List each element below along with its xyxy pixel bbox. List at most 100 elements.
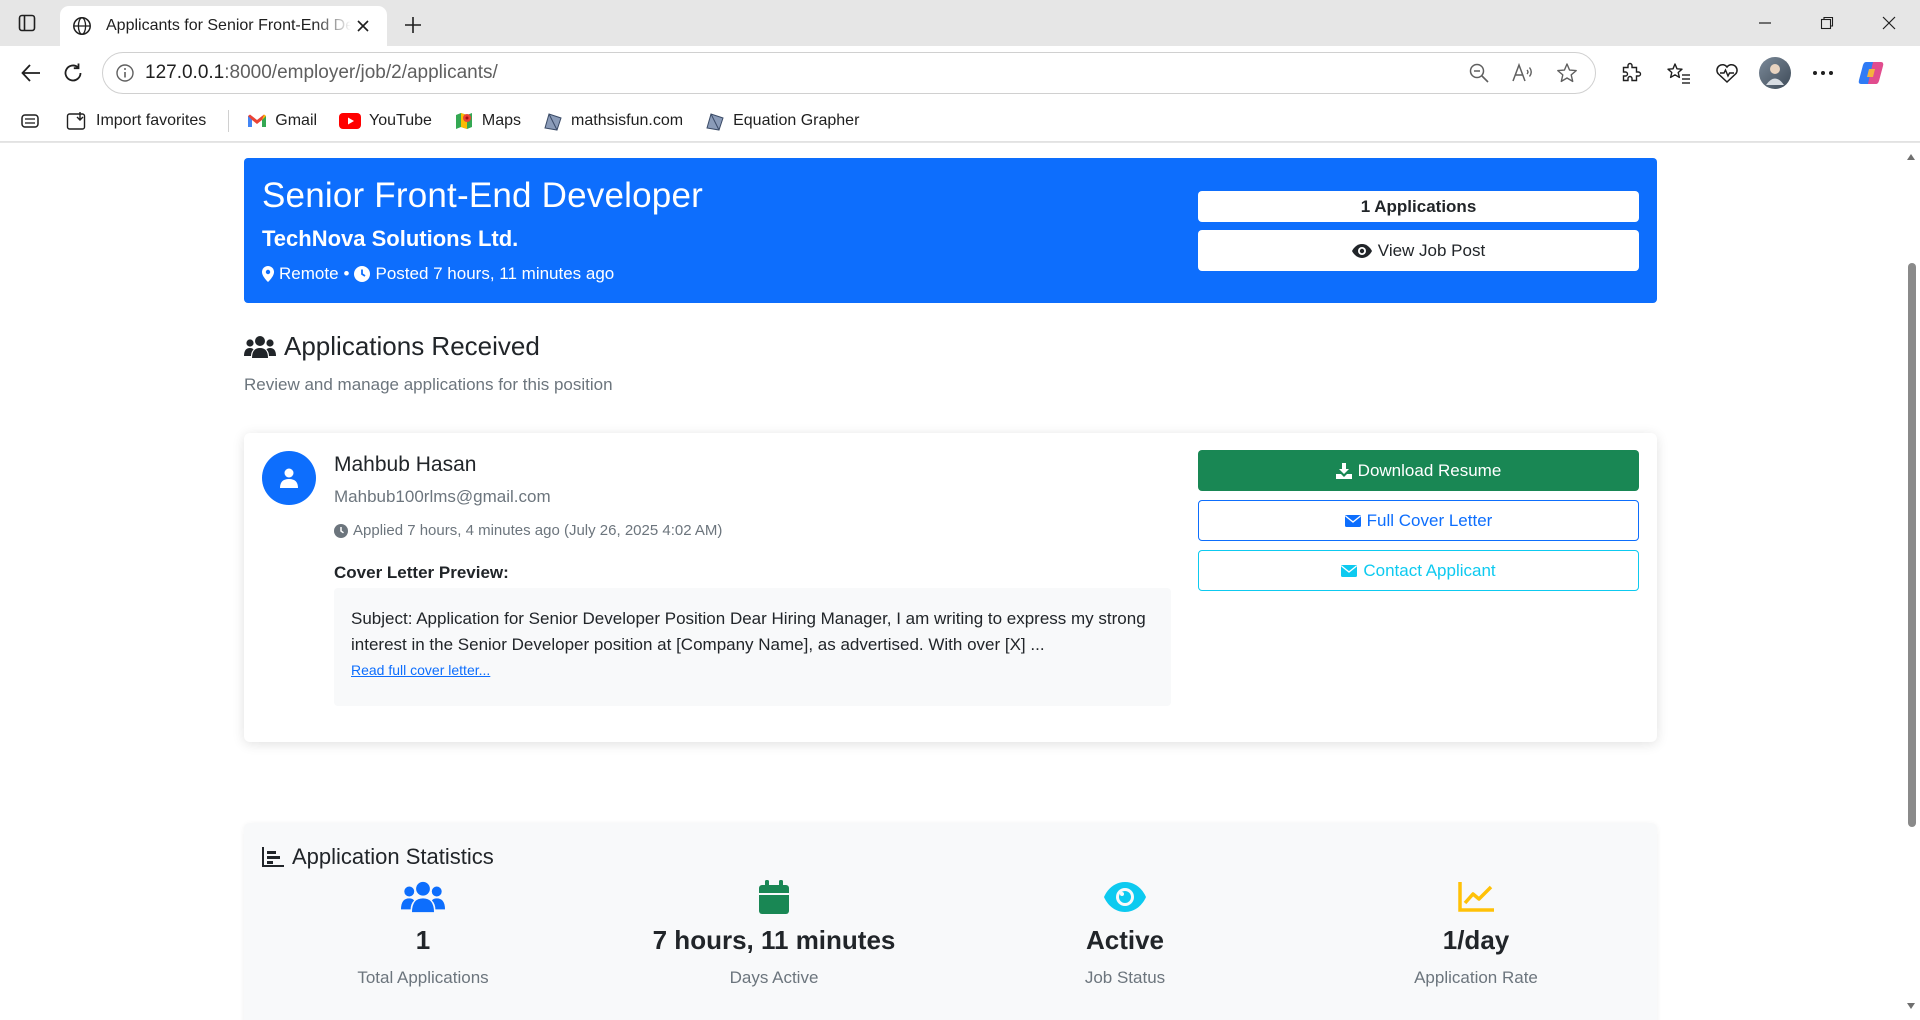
user-icon	[280, 468, 298, 488]
site-icon	[543, 111, 563, 131]
section-subtitle: Review and manage applications for this …	[244, 375, 613, 394]
job-actions: 1 Applications View Job Post	[1198, 191, 1639, 271]
favorite-label: YouTube	[369, 111, 432, 129]
favorite-label: Equation Grapher	[733, 111, 860, 129]
eye-icon	[1351, 243, 1372, 258]
address-bar[interactable]: 127.0.0.1:8000/employer/job/2/applicants…	[102, 52, 1596, 94]
url-text[interactable]: 127.0.0.1:8000/employer/job/2/applicants…	[145, 62, 1457, 84]
read-aloud-icon[interactable]	[1501, 54, 1545, 92]
map-marker-icon	[262, 266, 274, 282]
download-resume-label: Download Resume	[1357, 460, 1502, 480]
favorite-label: mathsisfun.com	[571, 111, 684, 129]
applicant-applied-time: Applied 7 hours, 4 minutes ago (July 26,…	[334, 522, 722, 539]
full-cover-letter-button[interactable]: Full Cover Letter	[1198, 500, 1639, 541]
applicant-name: Mahbub Hasan	[334, 453, 477, 476]
copilot-icon[interactable]	[1850, 52, 1892, 94]
scroll-down-arrow-icon[interactable]	[1906, 1001, 1916, 1011]
profile-photo	[1759, 57, 1791, 89]
clock-icon	[354, 266, 371, 282]
users-icon	[244, 335, 276, 359]
favorite-star-icon[interactable]	[1545, 54, 1589, 92]
contact-applicant-button[interactable]: Contact Applicant	[1198, 550, 1639, 591]
clock-icon	[334, 523, 348, 538]
stat-value: 7 hours, 11 minutes	[652, 925, 896, 955]
globe-icon	[72, 16, 92, 36]
chart-line-icon	[1326, 877, 1626, 917]
scroll-up-arrow-icon[interactable]	[1906, 152, 1916, 162]
stat-label: Job Status	[1084, 968, 1166, 987]
site-icon	[705, 111, 725, 131]
favorite-import[interactable]: Import favorites	[66, 111, 206, 131]
users-icon	[273, 877, 573, 917]
statistics-title-text: Application Statistics	[292, 844, 494, 869]
collections-icon[interactable]	[20, 113, 40, 129]
cover-letter-preview-box: Subject: Application for Senior Develope…	[334, 588, 1171, 706]
extensions-icon[interactable]	[1610, 52, 1652, 94]
favorites-list-icon[interactable]	[1658, 52, 1700, 94]
profile-avatar[interactable]	[1754, 52, 1796, 94]
cover-letter-preview: Subject: Application for Senior Develope…	[351, 609, 1146, 654]
favorite-gmail[interactable]: Gmail	[247, 112, 317, 130]
browser-essentials-icon[interactable]	[1706, 52, 1748, 94]
back-arrow-icon[interactable]	[10, 52, 52, 94]
favorite-youtube[interactable]: YouTube	[339, 112, 432, 130]
applications-count-badge: 1 Applications	[1198, 191, 1639, 222]
refresh-icon[interactable]	[52, 52, 94, 94]
favorites-bar: Import favorites Gmail YouTube Maps math…	[0, 100, 1920, 142]
job-posted: Posted 7 hours, 11 minutes ago	[375, 264, 615, 283]
favorite-mathsisfun[interactable]: mathsisfun.com	[543, 111, 683, 131]
calendar-icon	[624, 877, 924, 917]
applicant-avatar	[262, 451, 316, 505]
favorite-equation-grapher[interactable]: Equation Grapher	[705, 111, 859, 131]
zoom-out-icon[interactable]	[1457, 54, 1501, 92]
eye-icon	[975, 877, 1275, 917]
applicant-actions: Download Resume Full Cover Letter Contac…	[1198, 450, 1639, 600]
favorite-label: Gmail	[275, 111, 318, 129]
import-icon	[66, 111, 88, 131]
download-resume-button[interactable]: Download Resume	[1198, 450, 1639, 491]
stat-label: Application Rate	[1414, 968, 1538, 987]
minimize-icon[interactable]	[1734, 0, 1796, 46]
toolbar-right	[1610, 52, 1892, 94]
envelope-icon	[1344, 514, 1361, 527]
stat-value: 1/day	[1442, 925, 1510, 955]
page-scrollbar[interactable]	[1902, 143, 1920, 1020]
scrollbar-thumb[interactable]	[1908, 263, 1916, 827]
tab-actions-icon[interactable]	[0, 0, 54, 46]
tab-title: Applicants for Senior Front-End Develope…	[106, 17, 351, 34]
applicant-card: Mahbub Hasan Mahbub100rlms@gmail.com App…	[244, 433, 1657, 742]
stat-total-applications: 1 Total Applications	[273, 877, 573, 988]
job-location: Remote	[279, 264, 339, 283]
close-window-icon[interactable]	[1858, 0, 1920, 46]
full-cover-letter-label: Full Cover Letter	[1366, 510, 1493, 530]
close-tab-icon[interactable]	[351, 14, 375, 38]
view-job-post-label: View Job Post	[1377, 240, 1486, 260]
section-title-text: Applications Received	[284, 331, 540, 361]
browser-tab-active[interactable]: Applicants for Senior Front-End Develope…	[60, 6, 387, 46]
youtube-icon	[339, 112, 362, 129]
favorites-divider	[228, 109, 230, 132]
section-title: Applications Received	[244, 331, 540, 362]
browser-toolbar: 127.0.0.1:8000/employer/job/2/applicants…	[0, 46, 1920, 100]
info-icon[interactable]	[115, 63, 135, 83]
favorite-label: Import favorites	[96, 111, 207, 129]
read-full-cover-letter-link[interactable]: Read full cover letter...	[351, 662, 490, 678]
stat-application-rate: 1/day Application Rate	[1326, 877, 1626, 988]
favorite-label: Maps	[481, 111, 522, 129]
page-viewport: Senior Front-End Developer TechNova Solu…	[0, 142, 1920, 1020]
restore-icon[interactable]	[1796, 0, 1858, 46]
stat-days-active: 7 hours, 11 minutes Days Active	[624, 877, 924, 988]
more-menu-icon[interactable]	[1802, 52, 1844, 94]
contact-applicant-label: Contact Applicant	[1363, 560, 1496, 580]
stat-label: Days Active	[729, 968, 819, 987]
cover-letter-heading: Cover Letter Preview:	[334, 563, 509, 582]
applied-text: Applied 7 hours, 4 minutes ago (July 26,…	[353, 522, 723, 539]
favorite-maps[interactable]: Maps	[454, 111, 521, 131]
view-job-post-button[interactable]: View Job Post	[1198, 230, 1639, 271]
statistics-title: Application Statistics	[262, 844, 494, 870]
url-host: 127.0.0.1	[145, 62, 225, 83]
stat-job-status: Active Job Status	[975, 877, 1275, 988]
new-tab-icon[interactable]	[393, 5, 433, 45]
stat-value: 1	[415, 925, 431, 955]
job-header: Senior Front-End Developer TechNova Solu…	[244, 158, 1657, 303]
